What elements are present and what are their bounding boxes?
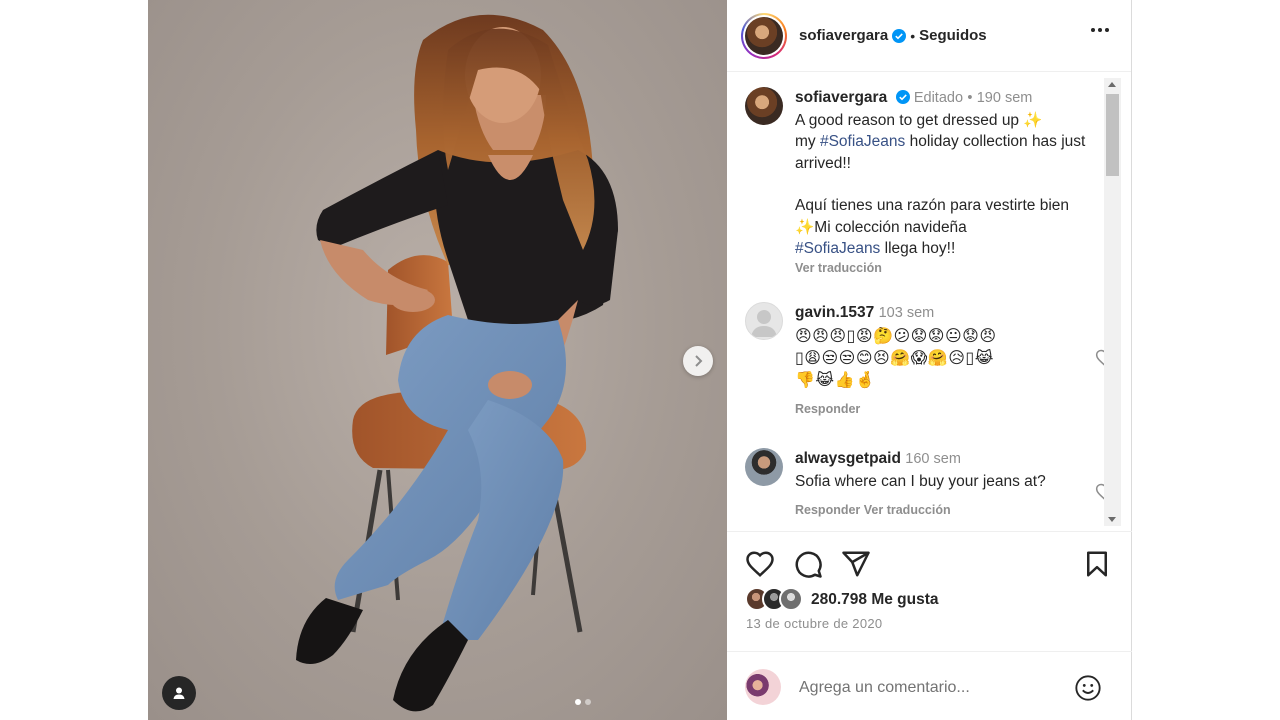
carousel-dots	[575, 699, 591, 705]
reply-button[interactable]: Responder Ver traducción	[795, 500, 1095, 522]
post-header: sofiavergara • Seguidos	[727, 0, 1131, 72]
following-button[interactable]: Seguidos	[919, 27, 987, 44]
comment-text-line-2: ▯😩😒😒😊😣🤗😱🤗😥▯😹	[795, 347, 994, 367]
commenter-avatar[interactable]	[745, 448, 783, 486]
post-photo-illustration	[296, 14, 618, 712]
comment-text-line-1: 😠😠😠▯😡🤔😕😟😟😐😟😠	[795, 325, 997, 345]
author-avatar-ring[interactable]	[741, 12, 787, 59]
current-user-avatar	[745, 669, 781, 705]
author-username[interactable]: sofiavergara	[799, 27, 888, 44]
caption-author-avatar[interactable]	[745, 87, 783, 125]
comment-input[interactable]	[799, 676, 1069, 700]
commenter-username[interactable]: alwaysgetpaid	[795, 450, 901, 467]
likes-count[interactable]: 280.798 Me gusta	[811, 591, 939, 609]
post-date[interactable]: 13 de octubre de 2020	[746, 616, 882, 631]
add-comment-bar	[727, 651, 1132, 720]
header-separator: •	[910, 27, 916, 44]
caption-line-1: A good reason to get dressed up ✨	[795, 111, 1043, 129]
commenter-username[interactable]: gavin.1537	[795, 304, 874, 321]
liker-avatar	[779, 587, 803, 611]
caption-text-4: llega hoy!!	[880, 240, 956, 257]
post-image[interactable]	[148, 0, 727, 720]
edited-label: Editado	[913, 90, 964, 106]
reply-button[interactable]: Responder	[795, 399, 1095, 421]
heart-icon[interactable]	[745, 549, 775, 579]
caption-text-2a: my	[795, 133, 820, 150]
more-options-icon[interactable]	[1091, 28, 1109, 32]
carousel-dot-2	[585, 699, 591, 705]
caption-line-4: #SofiaJeans llega hoy!!	[795, 238, 1095, 260]
comment-time[interactable]: 103 sem	[879, 305, 935, 321]
next-image-button[interactable]	[683, 346, 713, 376]
carousel-dot-1	[575, 699, 581, 705]
comment-text-line-3: 👎😹👍🤞	[795, 369, 876, 389]
post-details-panel: sofiavergara • Seguidos sofiavergara Edi…	[727, 0, 1132, 720]
user-tag-icon	[173, 687, 185, 699]
hashtag-link-1[interactable]: #SofiaJeans	[820, 133, 905, 150]
commenter-avatar[interactable]	[745, 302, 783, 340]
comment-text: Sofia where can I buy your jeans at?	[795, 472, 1046, 490]
scroll-up-arrow[interactable]	[1108, 82, 1116, 87]
likes-number[interactable]: 280.798	[811, 591, 867, 608]
meta-separator: •	[967, 90, 973, 106]
see-translation-link[interactable]: Ver traducción	[795, 260, 1095, 276]
scroll-thumb[interactable]	[1106, 94, 1119, 176]
comment-icon[interactable]	[793, 549, 823, 579]
comments-scrollbar[interactable]	[1104, 78, 1121, 526]
comments-list[interactable]: sofiavergara Editado • 190 sem A good re…	[727, 73, 1132, 530]
caption-time[interactable]: 190 sem	[977, 90, 1033, 106]
verified-badge-icon	[892, 28, 907, 43]
author-avatar[interactable]	[745, 16, 783, 55]
post-actions: 280.798 Me gusta 13 de octubre de 2020	[727, 531, 1132, 641]
default-avatar-icon	[751, 310, 777, 337]
likers-avatars[interactable]	[745, 587, 803, 611]
scroll-down-arrow[interactable]	[1108, 517, 1116, 522]
likes-label[interactable]: Me gusta	[871, 591, 938, 608]
chevron-right-icon	[695, 355, 703, 367]
caption-line-3: Aquí tienes una razón para vestirte bien…	[795, 197, 1070, 236]
share-icon[interactable]	[841, 549, 871, 579]
hashtag-link-2[interactable]: #SofiaJeans	[795, 240, 880, 257]
caption-author-username[interactable]: sofiavergara	[795, 89, 887, 106]
tagged-users-button[interactable]	[162, 676, 196, 710]
verified-badge-icon	[895, 90, 910, 104]
comment-time[interactable]: 160 sem	[905, 451, 961, 467]
caption-line-2: my #SofiaJeans holiday collection has ju…	[795, 131, 1095, 174]
bookmark-icon[interactable]	[1082, 549, 1112, 579]
emoji-icon[interactable]	[1074, 674, 1102, 702]
